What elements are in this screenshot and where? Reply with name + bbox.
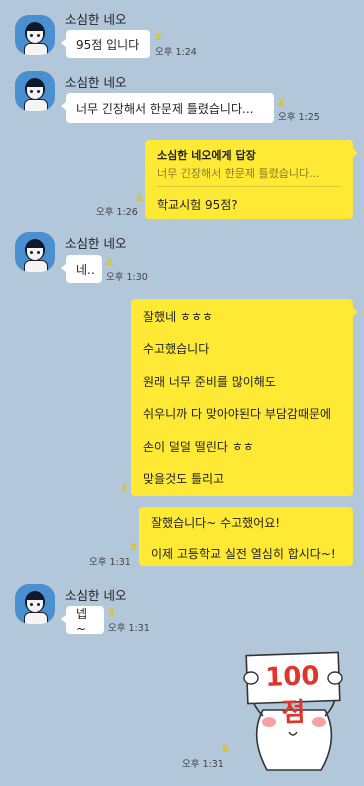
message-line: 이제 고등학교 실전 열심히 합시다~! xyxy=(151,547,336,561)
message-bubble[interactable]: 95점 입니다 xyxy=(61,30,150,58)
message-bubble[interactable]: 너무 긴장해서 한문제 틀렸습니다... xyxy=(61,93,274,123)
unread-count: 3 xyxy=(108,609,115,619)
reply-header: 소심한 네오에게 답장 xyxy=(157,149,256,162)
unread-count: 3 xyxy=(130,543,137,553)
unread-count: 3 xyxy=(222,745,229,755)
unread-count: 2 xyxy=(155,33,162,43)
sender-avatar[interactable] xyxy=(15,15,55,55)
message-time: 오후 1:30 xyxy=(106,272,148,283)
sender-name: 소심한 네오 xyxy=(65,588,127,603)
sender-avatar[interactable] xyxy=(15,71,55,111)
message-bubble[interactable]: 잘했네 ㅎㅎㅎ 수고했습니다 원래 너무 준비를 많이해도 쉬우니까 다 맞아야… xyxy=(131,299,358,496)
reply-bubble[interactable]: 소심한 네오에게 답장 너무 긴장해서 한문제 틀렸습니다... 학교시험 95… xyxy=(145,140,358,219)
message-line: 쉬우니까 다 맞아야된다 부담감때문에 xyxy=(143,407,332,421)
message-line: 맞을것도 틀리고 xyxy=(143,472,225,486)
sender-name: 소심한 네오 xyxy=(65,236,127,251)
sender-avatar[interactable] xyxy=(15,232,55,272)
message-time: 오후 1:31 xyxy=(182,759,224,770)
message-text: 학교시험 95점? xyxy=(157,198,238,212)
unread-count: 2 xyxy=(136,194,143,204)
message-line: 잘했습니다~ 수고했어요! xyxy=(151,516,281,530)
message-text: 95점 입니다 xyxy=(76,37,140,52)
message-bubble[interactable]: 넵~ xyxy=(61,606,104,636)
message-line: 잘했네 ㅎㅎㅎ xyxy=(143,310,214,324)
message-text: 네.. xyxy=(76,262,95,277)
message-text: 너무 긴장해서 한문제 틀렸습니다... xyxy=(76,101,254,116)
message-time: 오후 1:31 xyxy=(89,557,131,568)
sticker-sign-text: 100점 xyxy=(264,661,321,729)
message-time: 오후 1:24 xyxy=(155,47,197,58)
message-time: 오후 1:26 xyxy=(96,207,138,218)
message-time: 오후 1:31 xyxy=(108,623,150,634)
unread-count: 2 xyxy=(106,258,113,268)
sender-name: 소심한 네오 xyxy=(65,75,127,90)
message-bubble[interactable]: 잘했습니다~ 수고했어요! 이제 고등학교 실전 열심히 합시다~! xyxy=(139,507,353,566)
reply-divider xyxy=(157,186,341,187)
unread-count: 3 xyxy=(121,484,128,494)
message-time: 오후 1:25 xyxy=(278,112,320,123)
message-bubble[interactable]: 네.. xyxy=(61,255,102,283)
message-text: 넵~ xyxy=(76,606,88,636)
message-line: 수고했습니다 xyxy=(143,342,210,356)
message-line: 원래 너무 준비를 많이해도 xyxy=(143,375,276,389)
unread-count: 2 xyxy=(278,98,285,108)
message-line: 손이 덜덜 떨린다 ㅎㅎ xyxy=(143,440,254,454)
sender-name: 소심한 네오 xyxy=(65,12,127,27)
sticker[interactable]: 100점 xyxy=(233,648,353,773)
sender-avatar[interactable] xyxy=(15,584,55,624)
reply-quote: 너무 긴장해서 한문제 틀렸습니다... xyxy=(157,167,320,180)
